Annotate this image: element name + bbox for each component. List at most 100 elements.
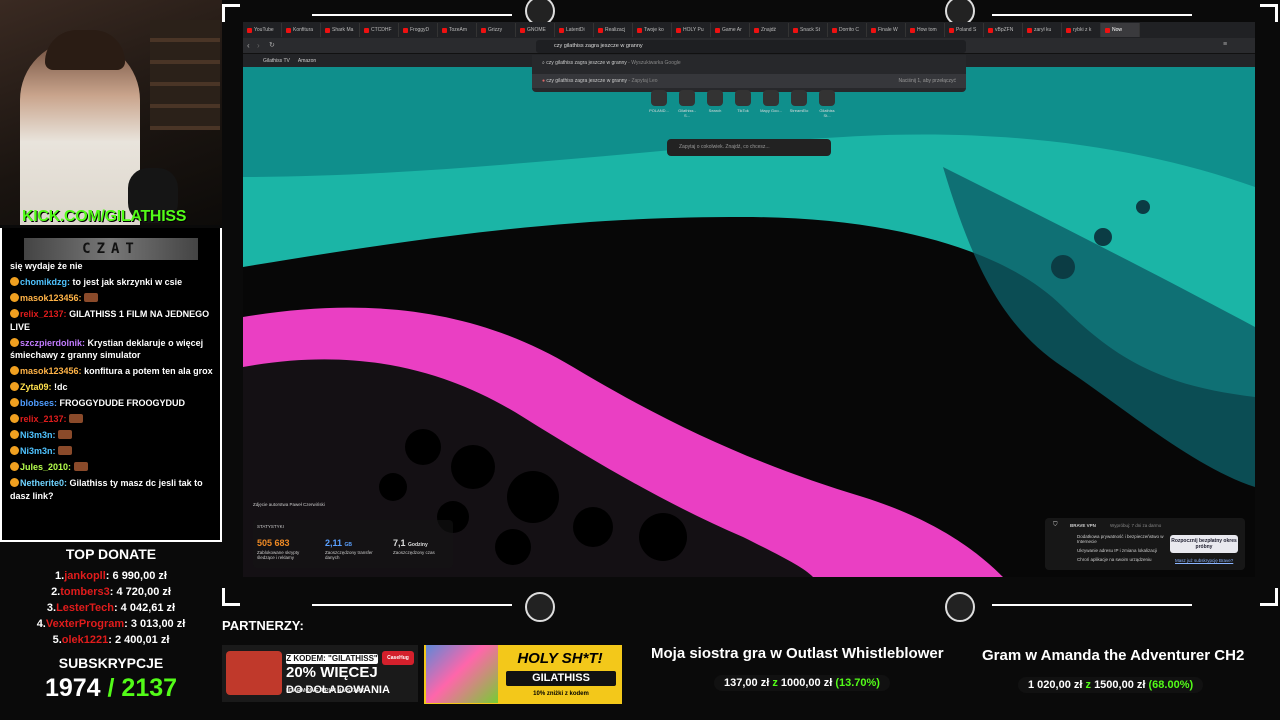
speed-dial-tile[interactable]: Gilathiss - S...: [676, 90, 698, 118]
user-badge-icon: [10, 277, 19, 286]
donor-row: 3.LesterTech: 4 042,61 zł: [0, 600, 222, 616]
browser-tab[interactable]: vBpZFN: [984, 23, 1023, 37]
tab-label: Shark Ma: [332, 27, 354, 33]
browser-tab[interactable]: Shark Ma: [321, 23, 360, 37]
chat-username[interactable]: chomikdzg:: [20, 277, 70, 287]
suggestion-suffix: - Wyszukiwarka Google: [626, 60, 681, 66]
browser-tab[interactable]: Konfitura: [282, 23, 321, 37]
browser-tab[interactable]: Grizzy: [477, 23, 516, 37]
speed-dial-tile[interactable]: Gilathiss St...: [816, 90, 838, 118]
browser-tab[interactable]: TozeAm: [438, 23, 477, 37]
ad1-code: Z KODEM: "GILATHISS": [286, 654, 378, 664]
speed-dial-label: Mapy Goo...: [760, 108, 782, 113]
browser-tab[interactable]: HOLY Pu: [672, 23, 711, 37]
overlay-logo-icon: [945, 592, 975, 622]
vpn-trial-button[interactable]: Rozpocznij bezpłatny okres próbny: [1170, 535, 1238, 553]
bookmark-amazon[interactable]: Amazon: [298, 58, 316, 64]
vpn-feature: Ukrywanie adresu IP i zmiana lokalizacji: [1077, 548, 1157, 553]
browser-tab[interactable]: Now: [1101, 23, 1140, 37]
user-badge-icon: [10, 293, 19, 302]
browser-tab[interactable]: Realizacj: [594, 23, 633, 37]
tab-label: FroggyD: [410, 27, 430, 33]
leo-search-box[interactable]: Zapytaj o cokolwiek. Znajdź, co chcesz..…: [667, 139, 831, 156]
suggestion-google[interactable]: ⌕ czy gilathiss zagra jeszcze w granny -…: [542, 60, 681, 66]
chat-username[interactable]: Jules_2010:: [20, 462, 71, 472]
tab-favicon-icon: [637, 27, 642, 33]
browser-tab[interactable]: zarył ku: [1023, 23, 1062, 37]
chat-username[interactable]: szczpierdolnik:: [20, 338, 85, 348]
browser-tab[interactable]: Twoje ko: [633, 23, 672, 37]
chat-message: Ni3m3n:: [10, 429, 216, 442]
browser-tab[interactable]: Snack St: [789, 23, 828, 37]
browser-tab[interactable]: Finale W: [867, 23, 906, 37]
browser-tab[interactable]: rybki z k: [1062, 23, 1101, 37]
tab-favicon-icon: [832, 27, 837, 33]
browser-tab[interactable]: LatentDi: [555, 23, 594, 37]
browser-tab[interactable]: Dorrito C: [828, 23, 867, 37]
ad-casehug: Z KODEM: "GILATHISS" 20% WIĘCEJ DO DOŁADO…: [222, 645, 418, 702]
tab-label: Twoje ko: [644, 27, 664, 33]
frame-line: [312, 14, 512, 16]
browser-tab[interactable]: YouTube: [243, 23, 282, 37]
speed-dial-tile[interactable]: Search: [704, 90, 726, 118]
chat-text: FROGGYDUDE FROOGYDUD: [59, 398, 186, 408]
speed-dial-tile[interactable]: POLAND...: [648, 90, 670, 118]
bookmark-gilathiss[interactable]: Gilathiss TV: [263, 58, 290, 64]
browser-tab[interactable]: Poland S: [945, 23, 984, 37]
forward-icon[interactable]: ›: [257, 41, 260, 50]
tab-favicon-icon: [598, 27, 603, 33]
emote-icon: [58, 430, 73, 439]
browser-tab[interactable]: GNOME: [516, 23, 555, 37]
browser-tab[interactable]: Znajdź: [750, 23, 789, 37]
vpn-link[interactable]: Masz już subskrypcję Brave?: [1175, 558, 1233, 563]
ad2-headline: HOLY SH*T!: [517, 650, 603, 667]
chat-username[interactable]: masok123456:: [20, 293, 82, 303]
browser-tab[interactable]: FroggyD: [399, 23, 438, 37]
donor-amount: : 4 720,00 zł: [109, 586, 171, 598]
tab-label: CTCDHF: [371, 27, 392, 33]
tab-favicon-icon: [910, 27, 915, 33]
donor-name: VexterProgram: [45, 618, 125, 630]
tab-favicon-icon: [364, 27, 369, 33]
suggestion-text: czy gilathiss zagra jeszcze w granny: [546, 78, 628, 84]
suggestion-leo[interactable]: ● czy gilathiss zagra jeszcze w granny -…: [532, 74, 966, 88]
reload-icon[interactable]: ↻: [269, 41, 275, 49]
tab-favicon-icon: [1105, 27, 1110, 33]
search-icon: ⌕: [542, 60, 545, 66]
tab-label: Snack St: [800, 27, 821, 33]
chat-username[interactable]: relix_2137:: [20, 414, 67, 424]
tab-label: How tom: [917, 27, 937, 33]
chat-username[interactable]: masok123456:: [20, 366, 82, 376]
browser-tab[interactable]: CTCDHF: [360, 23, 399, 37]
donor-name: olek1221: [61, 634, 109, 646]
browser-tab[interactable]: How tom: [906, 23, 945, 37]
chat-username[interactable]: Netherite0:: [20, 478, 67, 488]
chat-username[interactable]: blobses:: [20, 398, 57, 408]
stat-label: Zablokowane skrypty śledzące i reklamy: [257, 550, 300, 560]
chat-text: !dc: [54, 382, 68, 392]
chat-username[interactable]: relix_2137:: [20, 309, 67, 319]
donor-row: 1.jankopll: 6 990,00 zł: [0, 568, 222, 584]
speed-dial-tile[interactable]: StreamElo: [788, 90, 810, 118]
chat-username[interactable]: Ni3m3n:: [20, 430, 56, 440]
chat-message: szczpierdolnik: Krystian deklaruje o wię…: [10, 337, 216, 362]
browser-tab[interactable]: Game Ar: [711, 23, 750, 37]
donor-name: jankopll: [64, 570, 106, 582]
back-icon[interactable]: ‹: [247, 41, 250, 50]
user-badge-icon: [10, 309, 19, 318]
address-bar[interactable]: czy gilathiss zagra jeszcze w granny: [536, 40, 966, 53]
tab-favicon-icon: [481, 27, 486, 33]
webcam-feed: [0, 0, 222, 225]
tab-label: Grizzy: [488, 27, 503, 33]
speed-dial-tile[interactable]: Mapy Goo...: [760, 90, 782, 118]
chat-username[interactable]: Ni3m3n:: [20, 446, 56, 456]
tab-favicon-icon: [871, 27, 876, 33]
frame-corner-bl: [222, 588, 240, 606]
emote-icon: [58, 446, 73, 455]
user-badge-icon: [10, 414, 19, 423]
menu-icon[interactable]: ≡: [1223, 41, 1227, 48]
tab-label: GNOME: [527, 27, 546, 33]
treasure-chest-icon: [226, 651, 282, 695]
speed-dial-tile[interactable]: TikTok: [732, 90, 754, 118]
chat-username[interactable]: Zyta09:: [20, 382, 52, 392]
